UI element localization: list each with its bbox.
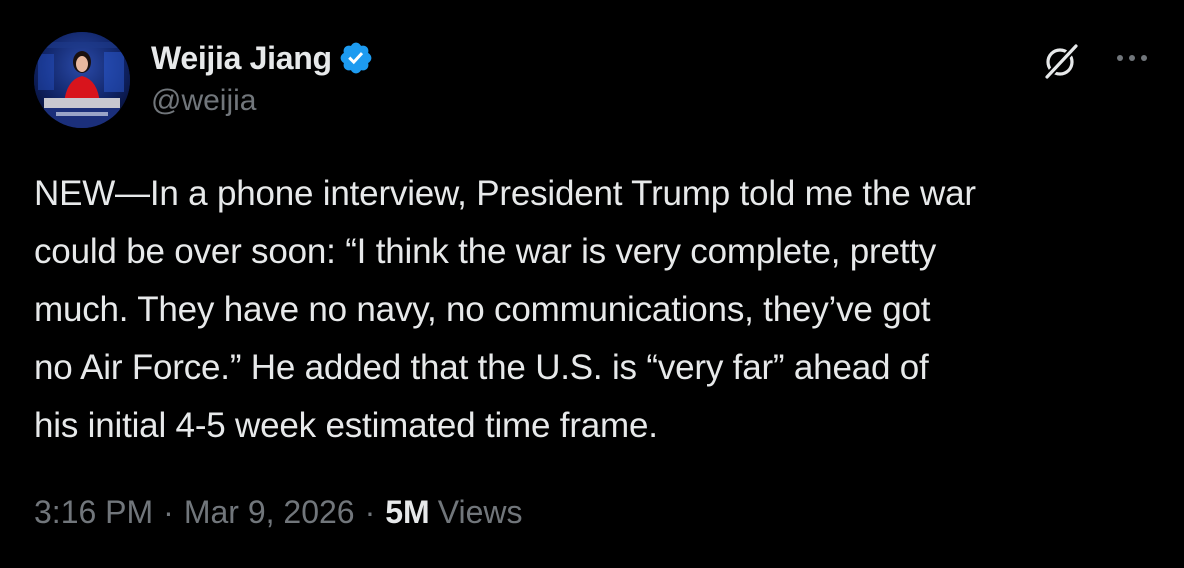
tweet-time[interactable]: 3:16 PM [34, 494, 153, 531]
tweet-text-line: no Air Force.” He added that the U.S. is… [34, 348, 929, 387]
author-display-name[interactable]: Weijia Jiang [151, 40, 332, 77]
tweet-text: NEW—In a phone interview, President Trum… [34, 165, 1154, 455]
verified-badge-icon [338, 40, 374, 76]
avatar[interactable] [34, 32, 130, 128]
meta-separator: · [163, 494, 174, 530]
tweet-text-line: much. They have no navy, no communicatio… [34, 290, 931, 329]
tweet-text-line: his initial 4-5 week estimated time fram… [34, 406, 658, 445]
views-count[interactable]: 5M [385, 494, 429, 531]
grok-icon[interactable] [1040, 40, 1082, 82]
more-options-icon[interactable] [1110, 40, 1154, 76]
tweet-text-line: NEW—In a phone interview, President Trum… [34, 174, 976, 213]
author-handle[interactable]: @weijia [151, 84, 256, 118]
tweet-meta: 3:16 PM · Mar 9, 2026 · 5M Views [34, 494, 522, 531]
views-label: Views [437, 494, 523, 530]
tweet-date[interactable]: Mar 9, 2026 [184, 494, 355, 531]
meta-separator: · [364, 494, 376, 530]
tweet-text-line: could be over soon: “I think the war is … [34, 232, 937, 271]
author-name-row: Weijia Jiang [151, 38, 374, 78]
tweet-card: Weijia Jiang @weijia NEW—In a phone inte… [0, 0, 1184, 568]
